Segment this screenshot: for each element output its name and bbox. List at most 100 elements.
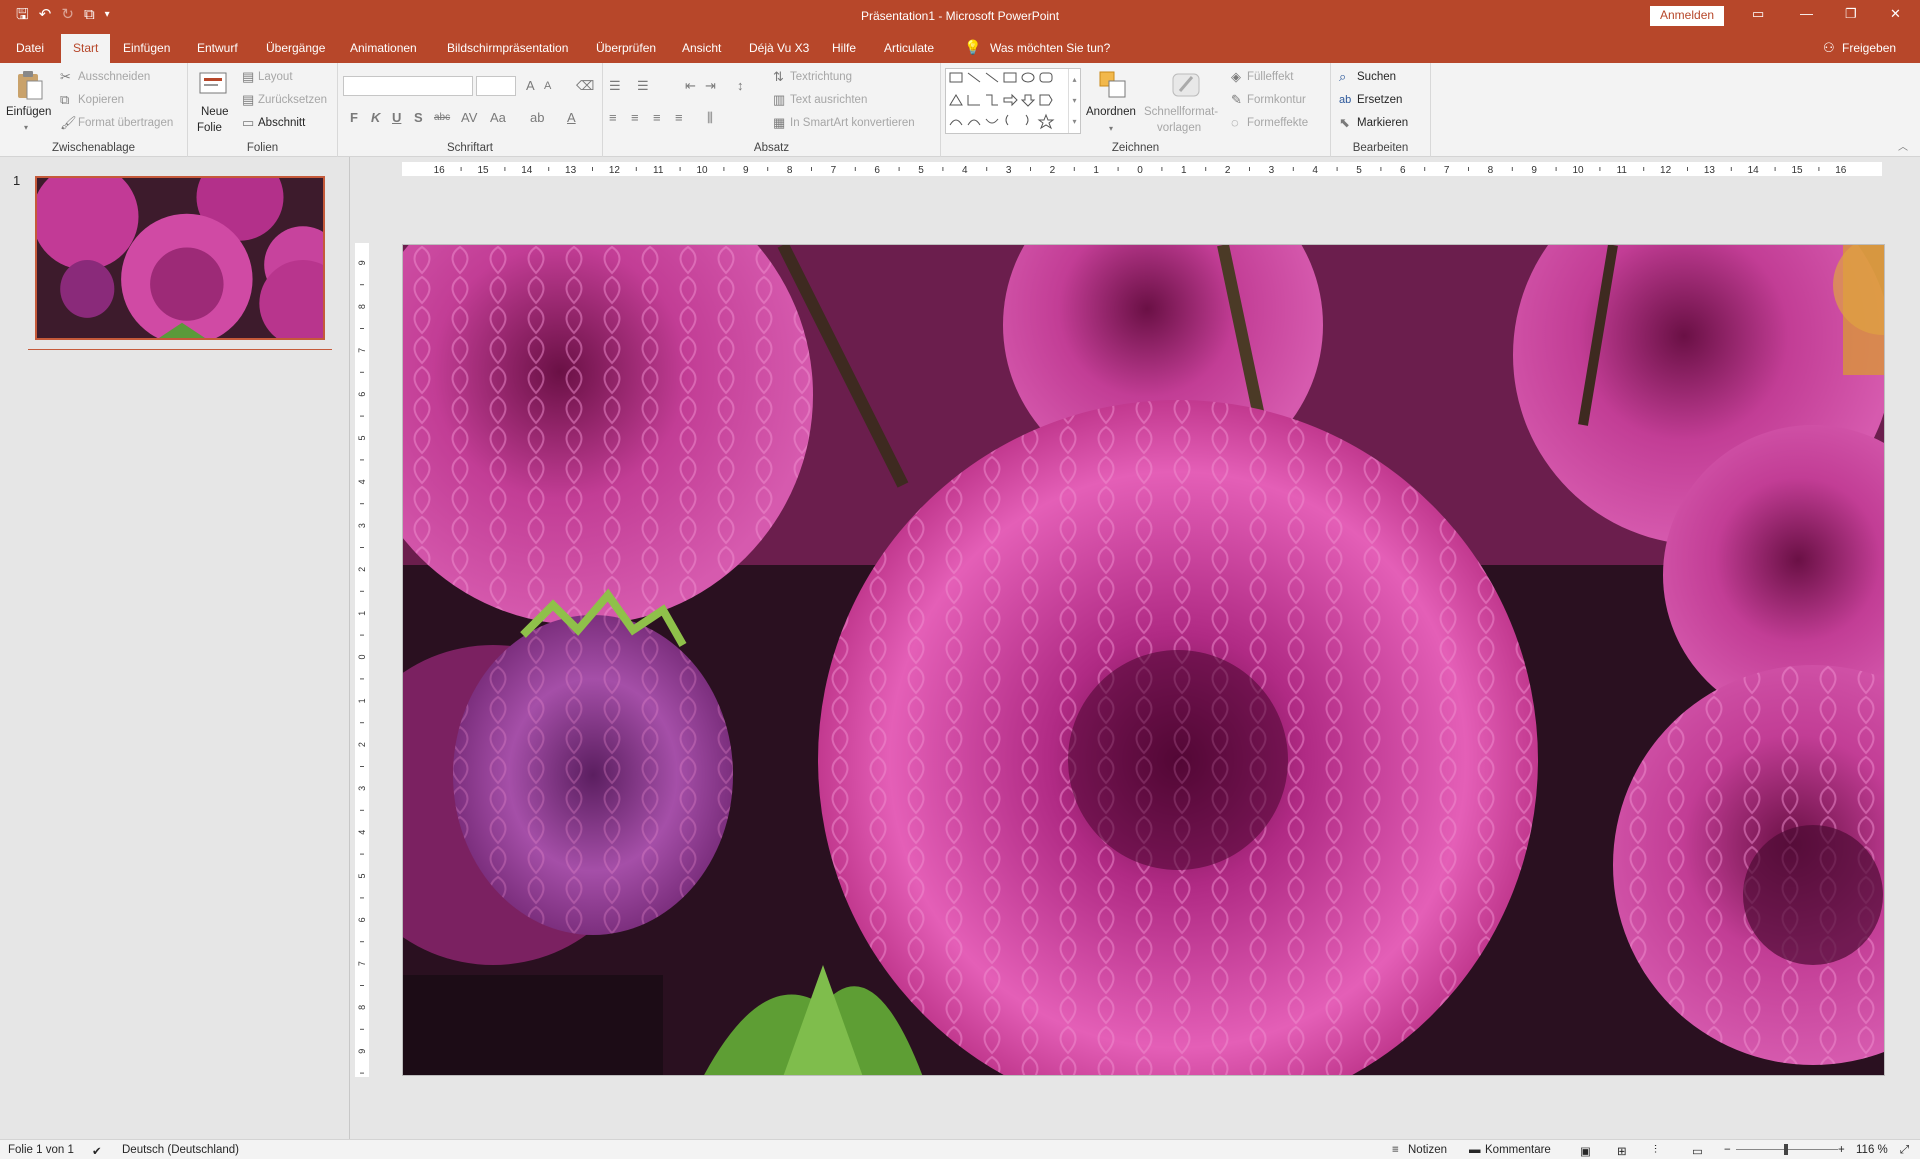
ruler-label: 16 xyxy=(434,165,446,176)
tab-datei[interactable]: Datei xyxy=(16,41,44,55)
ruler-label: 12 xyxy=(609,165,621,176)
tell-me-search[interactable]: Was möchten Sie tun? xyxy=(990,41,1110,55)
zoom-in-icon[interactable]: + xyxy=(1838,1144,1845,1156)
group-slides: Neue Folie ▤ Layout ▤ Zurücksetzen ▭ Abs… xyxy=(188,63,338,157)
slide-thumbnail[interactable] xyxy=(35,176,325,340)
change-case-button[interactable]: Aa xyxy=(490,111,506,125)
char-spacing-icon[interactable]: AV xyxy=(461,111,477,125)
layout-icon: ▤ xyxy=(242,69,255,84)
tab-einfuegen[interactable]: Einfügen xyxy=(123,41,170,55)
quick-styles-button-line1[interactable]: Schnellformat- xyxy=(1144,106,1218,118)
arrange-button[interactable]: Anordnen xyxy=(1086,106,1136,118)
smartart-button[interactable]: In SmartArt konvertieren xyxy=(790,117,915,129)
increase-font-icon[interactable]: A xyxy=(526,79,535,93)
align-right-icon[interactable]: ≡ xyxy=(653,111,661,125)
new-slide-button-line2[interactable]: Folie xyxy=(197,122,222,134)
shapes-gallery[interactable]: ▴ ▾ ▾ xyxy=(945,68,1081,134)
replace-button[interactable]: Ersetzen xyxy=(1357,94,1402,106)
shapes-gallery-scroll[interactable]: ▴ ▾ ▾ xyxy=(1068,69,1080,133)
shape-outline-button[interactable]: Formkontur xyxy=(1247,94,1306,106)
new-slide-button-line1[interactable]: Neue xyxy=(201,106,229,118)
dahlia-photo[interactable] xyxy=(403,245,1885,1076)
ruler-label: 8 xyxy=(787,165,793,176)
notes-button[interactable]: Notizen xyxy=(1408,1144,1447,1156)
shadow-button[interactable]: S xyxy=(414,111,423,125)
collapse-ribbon-icon[interactable]: ︿ xyxy=(1898,141,1908,155)
justify-icon[interactable]: ≡ xyxy=(675,111,683,125)
quick-styles-icon[interactable] xyxy=(1170,69,1202,101)
tab-uebergaenge[interactable]: Übergänge xyxy=(266,41,325,55)
comments-button[interactable]: Kommentare xyxy=(1485,1144,1551,1156)
reading-view-icon[interactable]: ⫶ xyxy=(1654,1144,1657,1157)
tab-dejavu[interactable]: Déjà Vu X3 xyxy=(749,41,809,55)
text-direction-button[interactable]: Textrichtung xyxy=(790,71,852,83)
align-center-icon[interactable]: ≡ xyxy=(631,111,639,125)
ruler-label: 5 xyxy=(918,165,924,176)
bullets-icon[interactable]: ☰ xyxy=(609,79,621,93)
restore-icon[interactable]: ❐ xyxy=(1845,6,1857,22)
font-color-icon[interactable]: A xyxy=(567,111,576,125)
language-indicator[interactable]: Deutsch (Deutschland) xyxy=(122,1144,239,1156)
slideshow-icon[interactable]: ▭ xyxy=(1692,1144,1703,1158)
highlight-icon[interactable]: ab xyxy=(530,111,544,125)
zoom-level[interactable]: 116 % xyxy=(1856,1144,1888,1156)
font-family-combobox[interactable] xyxy=(343,76,473,96)
paste-icon[interactable] xyxy=(14,69,46,101)
ruler-label: 5 xyxy=(1356,165,1362,176)
normal-view-icon[interactable]: ▣ xyxy=(1580,1144,1591,1158)
arrange-dropdown-icon[interactable]: ▾ xyxy=(1109,122,1113,136)
quick-styles-button-line2[interactable]: vorlagen xyxy=(1157,122,1201,134)
align-left-icon[interactable]: ≡ xyxy=(609,111,617,125)
slide-sorter-icon[interactable]: ⊞ xyxy=(1617,1144,1627,1158)
decrease-font-icon[interactable]: A xyxy=(544,79,551,93)
new-slide-icon[interactable] xyxy=(198,69,230,101)
tab-ueberpruefen[interactable]: Überprüfen xyxy=(596,41,656,55)
strikethrough-button[interactable]: abc xyxy=(434,111,450,125)
tab-articulate[interactable]: Articulate xyxy=(884,41,934,55)
ruler-label: 2 xyxy=(1050,165,1056,176)
font-size-combobox[interactable] xyxy=(476,76,516,96)
decrease-indent-icon[interactable]: ⇤ xyxy=(685,79,696,93)
select-button[interactable]: Markieren xyxy=(1357,117,1408,129)
tab-ansicht[interactable]: Ansicht xyxy=(682,41,721,55)
columns-icon[interactable]: ⫼ xyxy=(707,111,713,125)
copy-button[interactable]: Kopieren xyxy=(78,94,124,106)
group-label-clipboard: Zwischenablage xyxy=(51,142,136,154)
arrange-icon[interactable] xyxy=(1097,69,1129,101)
reset-button[interactable]: Zurücksetzen xyxy=(258,94,327,106)
paste-button[interactable]: Einfügen xyxy=(6,106,51,118)
section-button[interactable]: Abschnitt xyxy=(258,117,305,129)
line-spacing-icon[interactable]: ↕ xyxy=(737,79,744,93)
tab-bildschirmpraesentation[interactable]: Bildschirmpräsentation xyxy=(447,41,568,55)
close-icon[interactable]: ✕ xyxy=(1890,6,1901,22)
find-button[interactable]: Suchen xyxy=(1357,71,1396,83)
italic-button[interactable]: K xyxy=(371,111,380,125)
shape-fill-button[interactable]: Fülleffekt xyxy=(1247,71,1293,83)
spellcheck-icon[interactable]: ✔ xyxy=(92,1144,102,1158)
tab-hilfe[interactable]: Hilfe xyxy=(832,41,856,55)
fit-slide-icon[interactable]: ⤢ xyxy=(1900,1144,1909,1157)
shape-effects-button[interactable]: Formeffekte xyxy=(1247,117,1308,129)
minimize-icon[interactable]: — xyxy=(1800,6,1813,21)
layout-button[interactable]: Layout xyxy=(258,71,293,83)
tab-animationen[interactable]: Animationen xyxy=(350,41,417,55)
align-text-button[interactable]: Text ausrichten xyxy=(790,94,867,106)
increase-indent-icon[interactable]: ⇥ xyxy=(705,79,716,93)
ruler-label: 7 xyxy=(357,348,367,353)
zoom-slider-thumb[interactable] xyxy=(1784,1144,1788,1155)
cut-button[interactable]: Ausschneiden xyxy=(78,71,150,83)
sign-in-button[interactable]: Anmelden xyxy=(1650,6,1725,26)
ruler-label: 1 xyxy=(357,611,367,616)
share-button[interactable]: Freigeben xyxy=(1842,41,1896,55)
tab-start[interactable]: Start xyxy=(61,34,111,63)
ribbon-display-options-icon[interactable]: ▭ xyxy=(1752,6,1764,22)
format-painter-button[interactable]: Format übertragen xyxy=(78,117,173,129)
numbering-icon[interactable]: ☰ xyxy=(637,79,649,93)
underline-button[interactable]: U xyxy=(392,111,401,125)
zoom-out-icon[interactable]: − xyxy=(1724,1144,1731,1156)
bold-button[interactable]: F xyxy=(350,111,358,125)
clear-formatting-icon[interactable]: ⌫ xyxy=(576,79,594,93)
slide-canvas[interactable] xyxy=(402,244,1885,1076)
paste-dropdown-icon[interactable]: ▾ xyxy=(24,121,28,135)
tab-entwurf[interactable]: Entwurf xyxy=(197,41,238,55)
